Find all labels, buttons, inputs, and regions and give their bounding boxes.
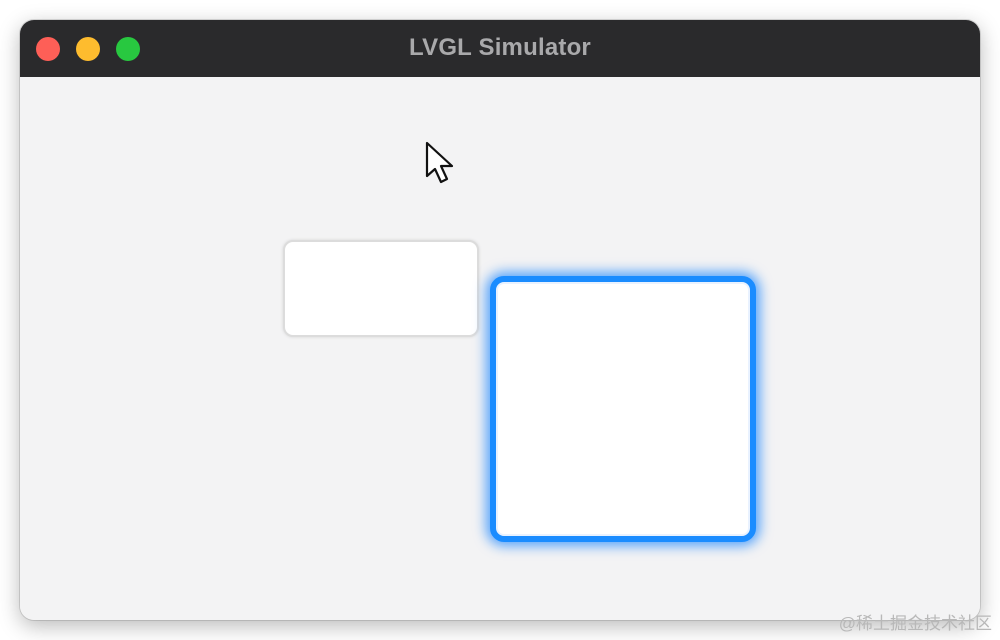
title-bar[interactable]: LVGL Simulator xyxy=(20,20,980,78)
watermark: @稀土掘金技术社区 xyxy=(838,614,992,633)
simulator-window: LVGL Simulator xyxy=(20,20,980,620)
small-object[interactable] xyxy=(283,240,479,337)
mouse-pointer-icon xyxy=(425,141,454,184)
simulator-canvas[interactable] xyxy=(20,77,980,620)
focused-object[interactable] xyxy=(490,276,756,542)
window-title: LVGL Simulator xyxy=(409,34,591,61)
